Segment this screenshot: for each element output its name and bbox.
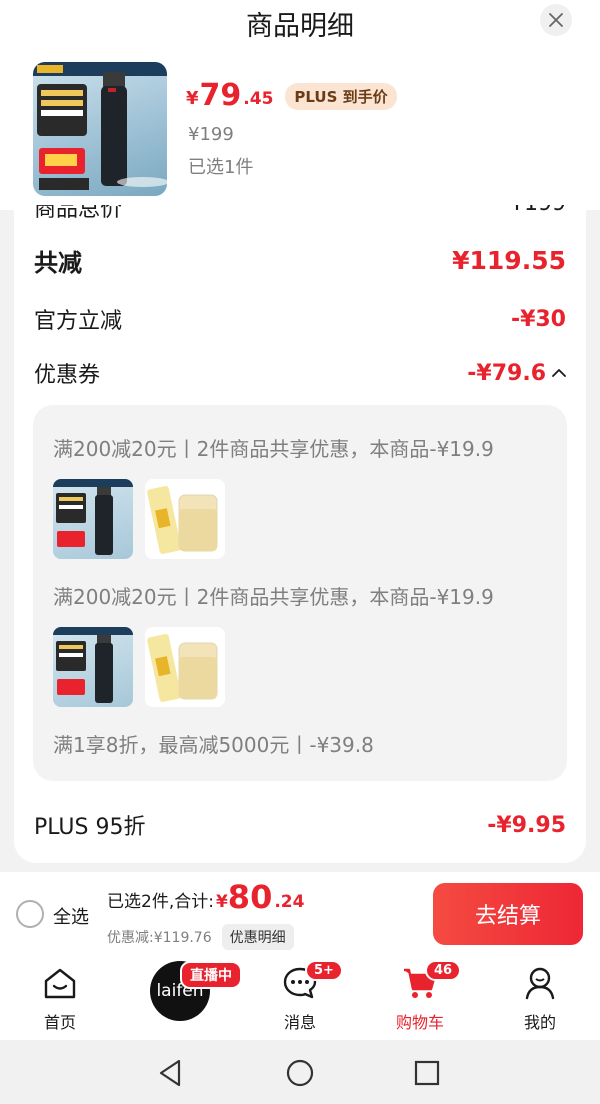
discount-total-text: 优惠减:¥119.76 [107, 930, 212, 946]
profile-icon [525, 967, 555, 1000]
tab-cart[interactable]: 46 购物车 [365, 956, 475, 1040]
discount-detail-button[interactable]: 优惠明细 [221, 924, 294, 950]
chevron-up-icon[interactable] [552, 368, 566, 378]
product-price: ¥ 79 .45 PLUS 到手价 [186, 80, 397, 112]
total-discount-label: 共减 [34, 249, 82, 277]
milk-thumb[interactable] [145, 479, 225, 559]
tab-cart-label: 购物车 [395, 1013, 444, 1032]
checkout-button[interactable]: 去结算 [433, 883, 583, 945]
plus-discount-value: -¥9.95 [487, 812, 566, 838]
live-badge: 直播中 [180, 961, 242, 989]
total-discount-value: ¥119.55 [452, 246, 566, 275]
official-discount-row: 官方立减 -¥30 [34, 303, 566, 335]
official-discount-label: 官方立减 [34, 309, 123, 334]
order-total-integer: 80 [227, 878, 273, 916]
messages-badge: 5+ [305, 960, 343, 981]
selected-quantity: 已选1件 [188, 157, 254, 178]
bottom-tab-bar: 首页 laifen 直播中 5+ 消息 46 购物车 我的 [0, 956, 600, 1040]
tab-profile[interactable]: 我的 [485, 956, 595, 1040]
subtotal-value: ¥199 [510, 205, 566, 223]
price-symbol: ¥ [186, 88, 199, 109]
home-icon [44, 968, 76, 999]
thermos-thumb[interactable] [53, 627, 133, 707]
coupon-value-text: -¥79.6 [467, 360, 546, 386]
tab-home[interactable]: 首页 [5, 956, 115, 1040]
discount-summary: 优惠减:¥119.76 优惠明细 [107, 924, 294, 950]
price-decimal: .45 [243, 89, 274, 109]
cart-badge: 46 [425, 960, 462, 981]
recents-icon[interactable] [410, 1056, 444, 1090]
close-button[interactable] [540, 4, 572, 36]
order-total: 已选2件,合计: ¥ 80 .24 [107, 880, 304, 914]
product-image [33, 62, 167, 196]
subtotal-label: 商品总价 [34, 205, 123, 222]
order-total-label: 已选2件,合计: [107, 892, 214, 912]
coupon-value[interactable]: -¥79.6 [467, 361, 566, 386]
coupon-item-text: 满200减20元丨2件商品共享优惠，本商品-¥19.9 [53, 585, 494, 609]
official-discount-value: -¥30 [510, 306, 566, 332]
coupon-label: 优惠券 [34, 363, 101, 388]
checkout-bar: 全选 已选2件,合计: ¥ 80 .24 优惠减:¥119.76 优惠明细 去结… [0, 872, 600, 956]
coupon-row[interactable]: 优惠券 -¥79.6 [34, 357, 566, 389]
thermos-image-art [33, 62, 167, 190]
product-header-sheet: 商品明细 ¥ 79 .45 PLUS 到手价 ¥199 已选1件 [0, 0, 600, 210]
order-total-symbol: ¥ [215, 892, 228, 912]
milk-thumb[interactable] [145, 627, 225, 707]
select-all-label[interactable]: 全选 [53, 903, 89, 929]
page-title: 商品明细 [246, 11, 354, 42]
thermos-thumb[interactable] [53, 479, 133, 559]
plus-discount-label: PLUS 95折 [34, 815, 146, 840]
back-icon[interactable] [153, 1056, 187, 1090]
plus-discount-row: PLUS 95折 -¥9.95 [34, 809, 566, 841]
subtotal-row-clipped: 商品总价 ¥199 [34, 205, 566, 223]
plus-price-tag: PLUS 到手价 [285, 82, 397, 110]
discount-detail-card: 商品总价 ¥199 共减 ¥119.55 官方立减 -¥30 优惠券 -¥79.… [14, 205, 586, 863]
select-all-radio[interactable] [16, 900, 44, 928]
order-total-decimal: .24 [274, 892, 305, 912]
total-discount-row: 共减 ¥119.55 [34, 243, 566, 278]
tab-home-label: 首页 [43, 1013, 76, 1032]
tab-messages[interactable]: 5+ 消息 [245, 956, 355, 1040]
price-integer: 79 [199, 78, 242, 113]
tab-profile-label: 我的 [523, 1013, 556, 1032]
home-circle-icon[interactable] [283, 1056, 317, 1090]
coupon-item-text: 满1享8折，最高减5000元丨-¥39.8 [53, 733, 374, 757]
tab-messages-label: 消息 [283, 1013, 316, 1032]
original-price: ¥199 [188, 124, 234, 145]
system-navigation-bar [0, 1040, 600, 1104]
coupon-item-text: 满200减20元丨2件商品共享优惠，本商品-¥19.9 [53, 437, 494, 461]
close-icon [549, 13, 563, 27]
coupon-breakdown-panel: 满200减20元丨2件商品共享优惠，本商品-¥19.9 满200减20元丨2件商… [33, 405, 567, 781]
